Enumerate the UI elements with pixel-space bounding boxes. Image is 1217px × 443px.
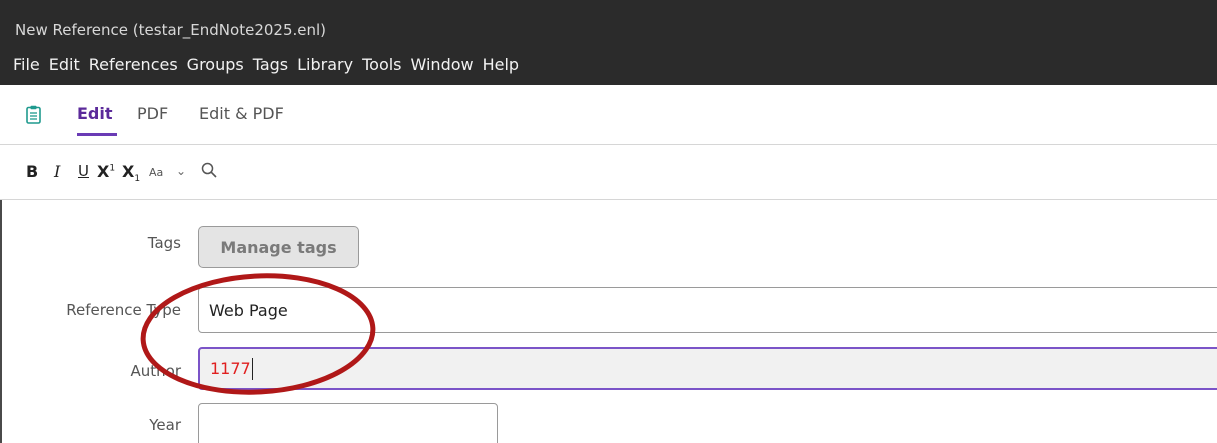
author-label: Author bbox=[130, 362, 181, 380]
menu-file[interactable]: File bbox=[13, 55, 40, 74]
bold-button[interactable]: B bbox=[26, 162, 38, 181]
author-field[interactable]: 1177 bbox=[198, 347, 1217, 390]
tab-edit[interactable]: Edit bbox=[77, 104, 113, 123]
tags-label: Tags bbox=[147, 234, 181, 252]
reference-type-field[interactable]: Web Page bbox=[198, 287, 1217, 333]
search-icon[interactable] bbox=[200, 161, 218, 179]
author-value: 1177 bbox=[210, 359, 251, 378]
mode-tab-bar: Edit PDF Edit & PDF bbox=[0, 85, 1217, 145]
tab-edit-indicator bbox=[77, 133, 117, 136]
window-title: New Reference (testar_EndNote2025.enl) bbox=[15, 21, 327, 39]
title-bar: New Reference (testar_EndNote2025.enl) F… bbox=[0, 0, 1217, 85]
superscript-button[interactable]: X1 bbox=[97, 162, 115, 181]
clipboard-icon[interactable] bbox=[26, 105, 41, 124]
font-case-button[interactable]: Aa bbox=[149, 166, 163, 179]
menu-tools[interactable]: Tools bbox=[362, 55, 401, 74]
menu-tags[interactable]: Tags bbox=[253, 55, 288, 74]
menu-window[interactable]: Window bbox=[411, 55, 474, 74]
year-label: Year bbox=[149, 416, 181, 434]
subscript-button[interactable]: X1 bbox=[122, 162, 140, 184]
menu-edit[interactable]: Edit bbox=[49, 55, 80, 74]
tab-pdf[interactable]: PDF bbox=[137, 104, 168, 123]
text-caret bbox=[251, 357, 253, 380]
year-field[interactable] bbox=[198, 403, 498, 443]
reference-type-value: Web Page bbox=[209, 300, 288, 320]
superscript-mark: 1 bbox=[109, 163, 116, 174]
chevron-down-icon[interactable]: ⌄ bbox=[176, 164, 186, 178]
left-border bbox=[0, 200, 2, 443]
menu-library[interactable]: Library bbox=[297, 55, 353, 74]
menu-bar: File Edit References Groups Tags Library… bbox=[13, 55, 528, 74]
menu-references[interactable]: References bbox=[89, 55, 178, 74]
reference-type-label: Reference Type bbox=[66, 301, 181, 319]
subscript-base: X bbox=[122, 162, 135, 181]
menu-groups[interactable]: Groups bbox=[187, 55, 244, 74]
superscript-base: X bbox=[97, 162, 110, 181]
subscript-mark: 1 bbox=[134, 174, 141, 185]
manage-tags-button[interactable]: Manage tags bbox=[198, 226, 359, 268]
underline-button[interactable]: U bbox=[78, 162, 89, 180]
italic-button[interactable]: I bbox=[54, 162, 60, 181]
format-toolbar: B I U X1 X1 Aa ⌄ bbox=[0, 146, 1217, 200]
menu-help[interactable]: Help bbox=[483, 55, 519, 74]
tab-edit-and-pdf[interactable]: Edit & PDF bbox=[199, 104, 284, 123]
